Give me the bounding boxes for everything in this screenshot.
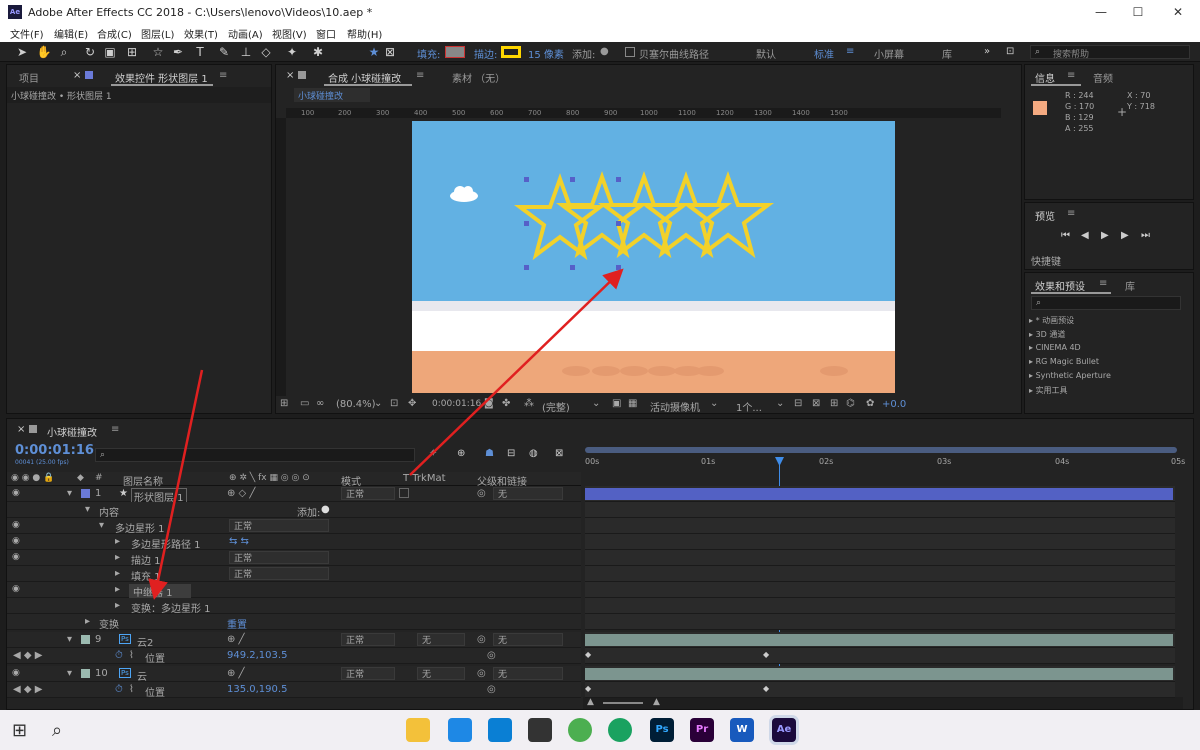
chat-icon[interactable] (448, 718, 472, 742)
annotation-arrows (148, 268, 624, 600)
edge-browser-icon[interactable] (608, 718, 632, 742)
premiere-icon[interactable]: Pr (690, 718, 714, 742)
windows-taskbar: ⊞ ⌕ Ps Pr W Ae (0, 710, 1200, 750)
file-explorer-icon[interactable] (406, 718, 430, 742)
search-icon[interactable]: ⌕ (52, 720, 62, 741)
after-effects-icon[interactable]: Ae (772, 718, 796, 742)
edge-icon[interactable] (488, 718, 512, 742)
qq-icon[interactable] (528, 718, 552, 742)
windows-start-icon[interactable]: ⊞ (12, 720, 27, 741)
chrome-icon[interactable] (568, 718, 592, 742)
photoshop-icon[interactable]: Ps (650, 718, 674, 742)
word-icon[interactable]: W (730, 718, 754, 742)
